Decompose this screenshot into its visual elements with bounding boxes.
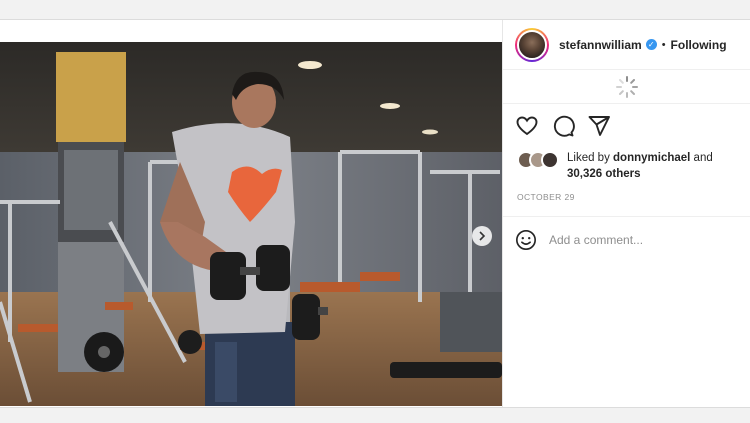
liker-avatar	[541, 151, 559, 169]
likes-count-link[interactable]: 30,326 others	[567, 168, 641, 180]
post-media[interactable]	[0, 42, 502, 406]
emoji-icon[interactable]	[515, 229, 537, 251]
post-side-panel: stefannwilliam ✓ • Following Liked by do…	[502, 20, 750, 407]
post-actions	[515, 114, 611, 138]
heart-icon[interactable]	[515, 114, 539, 138]
following-button[interactable]: Following	[671, 38, 727, 52]
add-comment-bar: Add a comment...	[503, 216, 750, 262]
share-icon[interactable]	[587, 114, 611, 138]
likes-prefix: Liked by	[567, 152, 614, 164]
likes-middle: and	[690, 152, 713, 164]
separator-dot: •	[661, 38, 666, 51]
top-strip	[0, 0, 750, 20]
bottom-strip	[0, 407, 750, 423]
comments-area	[503, 71, 750, 104]
username-link[interactable]: stefannwilliam	[559, 38, 642, 52]
post-header: stefannwilliam ✓ • Following	[503, 20, 750, 70]
loading-spinner-icon	[616, 76, 638, 98]
avatar	[517, 29, 547, 60]
next-slide-button[interactable]	[472, 226, 492, 246]
likes-summary: Liked by donnymichael and 30,326 others	[517, 150, 737, 182]
liker-username-link[interactable]: donnymichael	[613, 152, 690, 164]
browser-frame: stefannwilliam ✓ • Following Liked by do…	[0, 0, 750, 423]
comment-input[interactable]: Add a comment...	[549, 233, 643, 247]
liker-avatars	[517, 151, 563, 169]
gym-photo	[0, 42, 502, 406]
instagram-post-embed: stefannwilliam ✓ • Following Liked by do…	[0, 20, 750, 407]
likes-text: Liked by donnymichael and 30,326 others	[567, 150, 737, 182]
comment-icon[interactable]	[551, 114, 575, 138]
chevron-right-icon	[479, 231, 486, 241]
avatar-story-ring[interactable]	[515, 27, 549, 62]
post-date[interactable]: OCTOBER 29	[517, 192, 575, 202]
verified-badge-icon: ✓	[645, 39, 657, 50]
